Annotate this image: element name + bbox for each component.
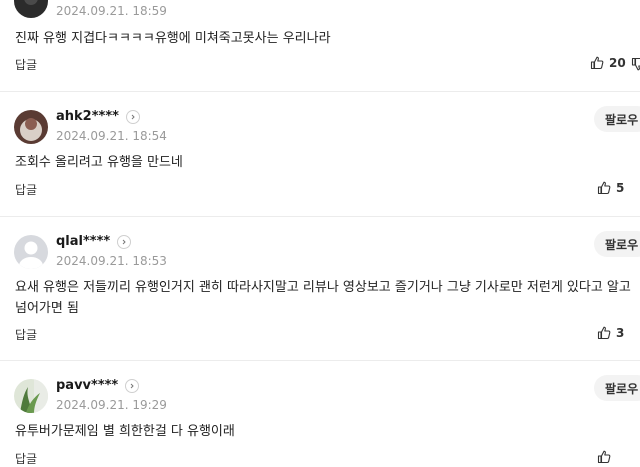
- like-button[interactable]: 3: [597, 326, 624, 340]
- reply-button[interactable]: 답글: [15, 181, 37, 198]
- thumbs-up-icon: [597, 450, 611, 464]
- author-name[interactable]: pavv****: [56, 378, 118, 393]
- chevron-right-icon[interactable]: [117, 234, 132, 249]
- reply-button[interactable]: 답글: [15, 326, 37, 343]
- divider: [0, 216, 640, 217]
- author-name[interactable]: qlal****: [56, 234, 110, 249]
- reply-button[interactable]: 답글: [15, 56, 37, 73]
- author-row: pavv****: [56, 378, 140, 393]
- author-name[interactable]: ahk2****: [56, 109, 119, 124]
- chevron-right-icon[interactable]: [125, 378, 140, 393]
- author-row: qlal****: [56, 234, 132, 249]
- comment-text: 유투버가문제임 별 희한한걸 다 유행이래: [15, 424, 235, 439]
- default-avatar-icon: [14, 235, 48, 269]
- divider: [0, 360, 640, 361]
- chevron-right-icon[interactable]: [125, 109, 140, 124]
- comment-date: 2024.09.21. 18:59: [56, 4, 167, 18]
- like-button[interactable]: [597, 450, 611, 464]
- avatar[interactable]: [14, 379, 48, 413]
- profile-photo-icon: [14, 110, 48, 144]
- follow-button[interactable]: 팔로우: [594, 375, 640, 401]
- like-count: 20: [609, 56, 626, 70]
- avatar[interactable]: [14, 0, 48, 18]
- follow-button[interactable]: 팔로우: [594, 106, 640, 132]
- avatar[interactable]: [14, 110, 48, 144]
- profile-photo-icon: [14, 0, 48, 18]
- comment-date: 2024.09.21. 19:29: [56, 398, 167, 412]
- dislike-button[interactable]: [631, 56, 640, 75]
- follow-button[interactable]: 팔로우: [594, 231, 640, 257]
- like-count: 3: [616, 326, 625, 340]
- divider: [0, 91, 640, 92]
- author-row: ahk2****: [56, 109, 140, 124]
- thumbs-up-icon: [597, 181, 611, 195]
- comment-date: 2024.09.21. 18:53: [56, 254, 167, 268]
- like-button[interactable]: 20: [590, 56, 626, 70]
- profile-photo-icon: [14, 379, 48, 413]
- avatar[interactable]: [14, 235, 48, 269]
- comment-text: 조회수 올리려고 유행을 만드네: [15, 155, 183, 170]
- comment-date: 2024.09.21. 18:54: [56, 129, 167, 143]
- thumbs-down-icon: [631, 57, 640, 71]
- thumbs-up-icon: [597, 326, 611, 340]
- comment-text: 요새 유행은 저들끼리 유행인거지 괜히 따라사지말고 리뷰나 영상보고 즐기거…: [15, 280, 631, 316]
- like-count: 5: [616, 181, 625, 195]
- comment-text: 진짜 유행 지겹다ㅋㅋㅋㅋ유행에 미쳐죽고못사는 우리나라: [15, 31, 331, 46]
- thumbs-up-icon: [590, 56, 604, 70]
- like-button[interactable]: 5: [597, 181, 624, 195]
